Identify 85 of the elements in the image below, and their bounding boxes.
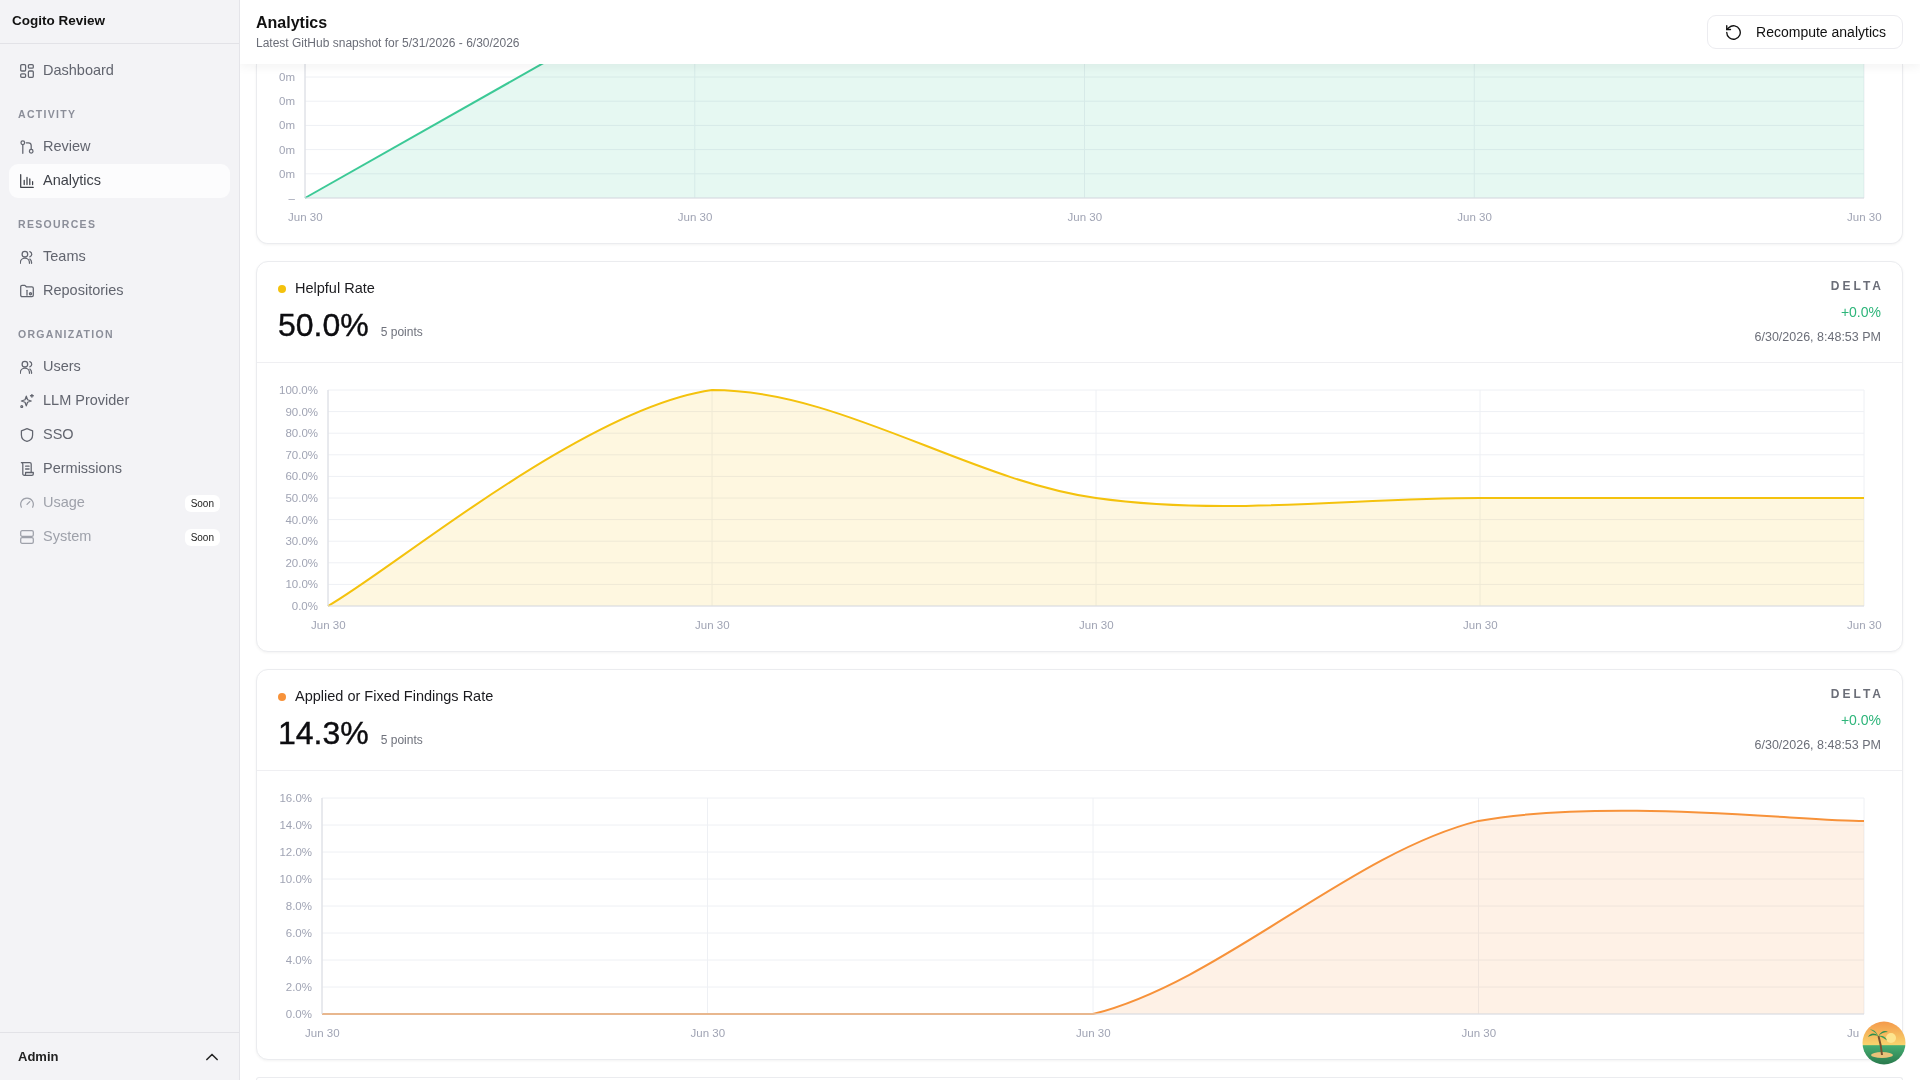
y-axis-label: 12.0% bbox=[279, 846, 312, 858]
x-axis-label: Jun 30 bbox=[311, 619, 346, 631]
page-subtitle: Latest GitHub snapshot for 5/31/2026 - 6/30/2026 bbox=[256, 35, 520, 51]
sidebar-item[interactable]: SSO bbox=[9, 418, 230, 452]
updated-time: 6/30/2026, 8:48:53 PM bbox=[1754, 737, 1881, 753]
sparkles-icon bbox=[20, 394, 34, 408]
y-axis-label: 0m bbox=[279, 119, 295, 132]
delta-label: DELTA bbox=[1830, 686, 1884, 702]
grid-icon bbox=[20, 64, 34, 78]
updated-time: 6/30/2026, 8:48:53 PM bbox=[1754, 329, 1881, 345]
y-axis-label: 40.0% bbox=[285, 513, 318, 526]
y-axis-label: 0m bbox=[279, 167, 295, 180]
y-axis-label: 0.0% bbox=[291, 600, 318, 612]
y-axis-label: – bbox=[288, 192, 295, 204]
section-heading: RESOURCES bbox=[17, 217, 98, 232]
x-axis-label: Jun 30 bbox=[690, 1027, 726, 1039]
bar-chart-icon bbox=[20, 174, 34, 188]
x-axis-label: Jun 30 bbox=[288, 211, 323, 223]
scroll-icon bbox=[20, 462, 34, 476]
point-count: 5 points bbox=[380, 324, 423, 341]
x-axis-label: Jun 30 bbox=[1847, 211, 1882, 223]
sidebar-item[interactable]: Review bbox=[9, 130, 230, 164]
y-axis-label: 14.0% bbox=[279, 819, 312, 831]
x-axis-label: Jun 30 bbox=[1079, 619, 1114, 631]
section-heading: ORGANIZATION bbox=[17, 327, 115, 342]
metric-value: 14.3% bbox=[278, 714, 369, 752]
y-axis-label: 0m bbox=[279, 71, 295, 83]
gauge-icon bbox=[20, 496, 34, 510]
delta-label: DELTA bbox=[1830, 278, 1884, 294]
sidebar-item[interactable]: Teams bbox=[9, 240, 230, 274]
y-axis-label: 60.0% bbox=[285, 470, 318, 483]
server-icon bbox=[20, 530, 34, 544]
palm-tree-icon[interactable] bbox=[1862, 1021, 1906, 1065]
x-axis-label: Ju bbox=[1847, 1027, 1860, 1039]
section-heading: ACTIVITY bbox=[17, 107, 78, 122]
y-axis-label: 30.0% bbox=[285, 535, 318, 548]
sidebar-item[interactable]: Dashboard bbox=[9, 54, 230, 88]
sidebar-item[interactable]: Repositories bbox=[9, 274, 230, 308]
y-axis-label: 50.0% bbox=[285, 492, 318, 504]
sidebar-item[interactable]: Users bbox=[9, 350, 230, 384]
coming-soon-badge: Soon bbox=[184, 494, 220, 512]
y-axis-label: 70.0% bbox=[285, 448, 318, 461]
recompute-button[interactable]: Recompute analytics bbox=[1707, 15, 1903, 49]
y-axis-label: 0m bbox=[279, 95, 295, 108]
y-axis-label: 0m bbox=[279, 143, 295, 156]
sidebar-item[interactable]: LLM Provider bbox=[9, 384, 230, 418]
users-icon bbox=[20, 360, 34, 374]
account-menu-button[interactable]: Admin bbox=[0, 1033, 239, 1080]
app-name: Cogito Review bbox=[12, 12, 105, 31]
delta-value: +0.0% bbox=[1840, 711, 1881, 729]
delta-value: +0.0% bbox=[1840, 303, 1881, 321]
metric-title: Applied or Fixed Findings Rate bbox=[295, 687, 494, 707]
x-axis-label: Jun 30 bbox=[1067, 211, 1103, 223]
y-axis-label: 8.0% bbox=[285, 900, 312, 912]
y-axis-label: 0.0% bbox=[285, 1008, 312, 1020]
y-axis-label: 80.0% bbox=[285, 427, 318, 440]
y-axis-label: 100.0% bbox=[279, 384, 318, 396]
page-title: Analytics bbox=[256, 13, 329, 33]
y-axis-label: 16.0% bbox=[279, 792, 312, 804]
y-axis-label: 6.0% bbox=[285, 927, 312, 939]
folder-icon bbox=[20, 284, 34, 298]
y-axis-label: 2.0% bbox=[285, 981, 312, 993]
coming-soon-badge: Soon bbox=[184, 528, 220, 546]
y-axis-label: 10.0% bbox=[279, 873, 312, 885]
shield-icon bbox=[20, 428, 34, 442]
branch-icon bbox=[20, 140, 34, 154]
users-icon bbox=[20, 250, 34, 264]
metric-title: Helpful Rate bbox=[295, 279, 375, 299]
point-count: 5 points bbox=[380, 732, 423, 749]
x-axis-label: Jun 30 bbox=[1847, 619, 1882, 631]
sidebar-item[interactable]: Analytics bbox=[9, 164, 230, 198]
x-axis-label: Jun 30 bbox=[1461, 1027, 1497, 1039]
x-axis-label: Jun 30 bbox=[677, 211, 713, 223]
y-axis-label: 4.0% bbox=[285, 954, 312, 966]
y-axis-label: 10.0% bbox=[285, 578, 318, 591]
x-axis-label: Jun 30 bbox=[1457, 211, 1492, 223]
refresh-icon bbox=[1726, 24, 1742, 40]
x-axis-label: Jun 30 bbox=[695, 619, 730, 631]
y-axis-label: 20.0% bbox=[285, 556, 318, 569]
metric-value: 50.0% bbox=[278, 306, 369, 344]
x-axis-label: Jun 30 bbox=[1076, 1027, 1111, 1039]
x-axis-label: Jun 30 bbox=[305, 1027, 340, 1039]
x-axis-label: Jun 30 bbox=[1463, 619, 1498, 631]
y-axis-label: 90.0% bbox=[285, 405, 318, 418]
sidebar-item[interactable]: Permissions bbox=[9, 452, 230, 486]
